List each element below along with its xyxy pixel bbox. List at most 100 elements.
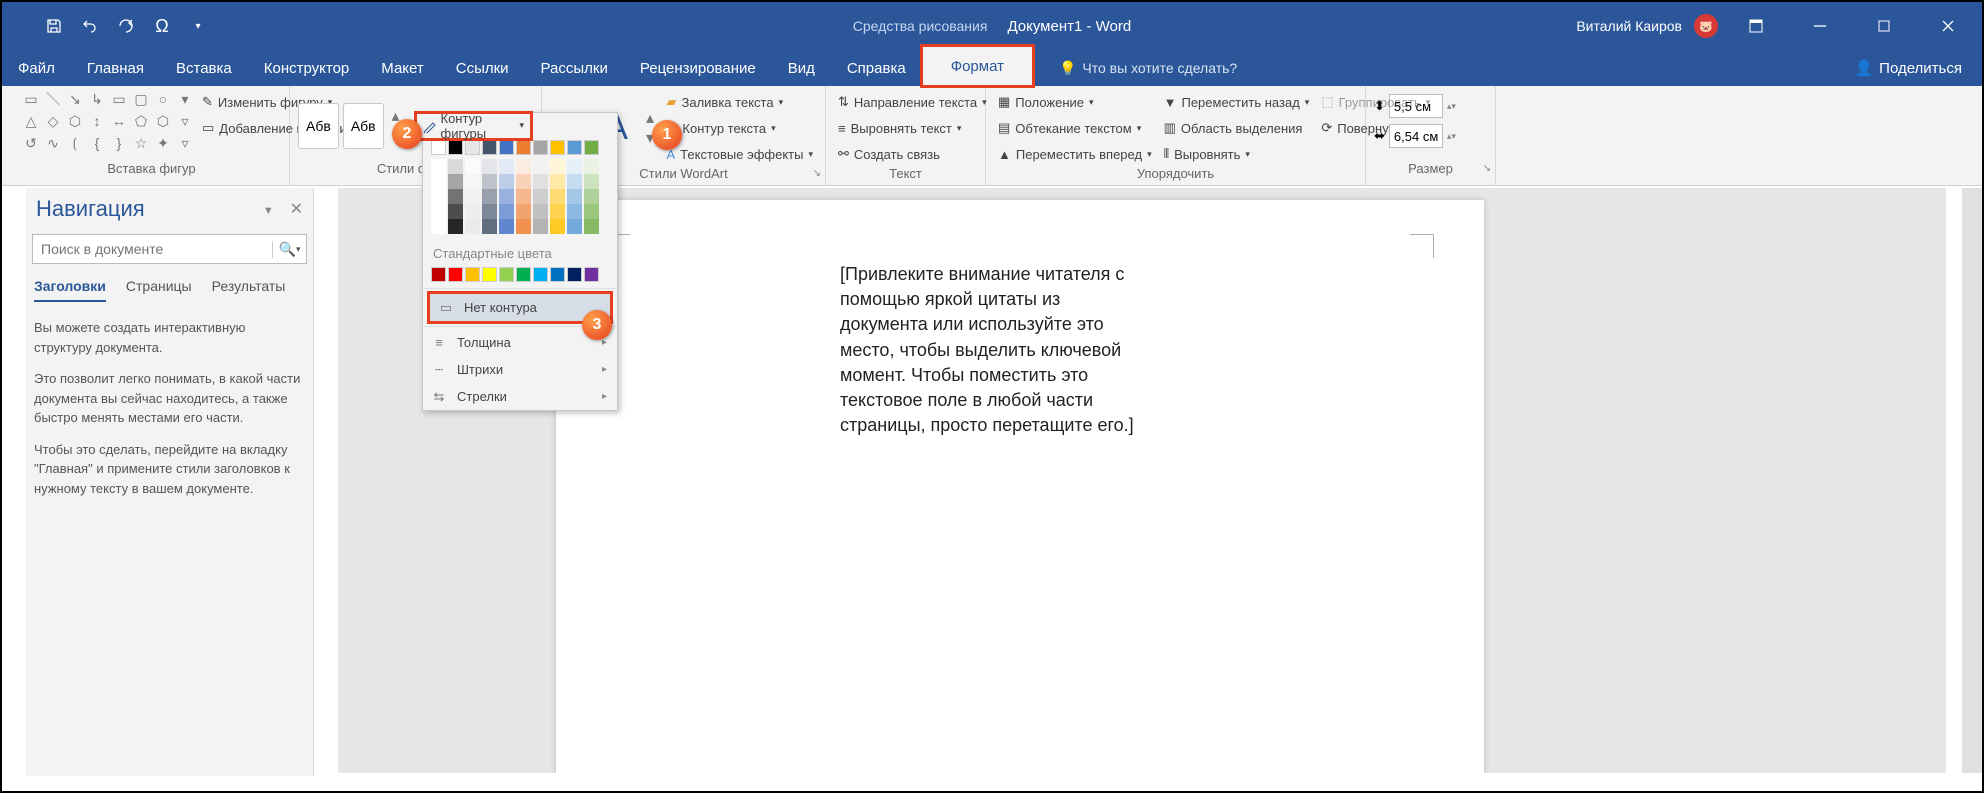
color-swatch[interactable] xyxy=(516,159,531,174)
nav-menu-icon[interactable]: ▼ xyxy=(251,205,286,217)
send-backward-button[interactable]: ▼Переместить назад▾ xyxy=(1160,90,1314,114)
color-swatch[interactable] xyxy=(431,140,446,155)
color-swatch[interactable] xyxy=(465,219,480,234)
color-swatch[interactable] xyxy=(482,189,497,204)
create-link-button[interactable]: ⚯Создать связь xyxy=(834,142,991,166)
search-input[interactable] xyxy=(33,241,272,257)
color-swatch[interactable] xyxy=(499,174,514,189)
color-swatch[interactable] xyxy=(516,140,531,155)
textbox-shape-icon[interactable]: ▭ xyxy=(22,90,40,108)
color-swatch[interactable] xyxy=(499,189,514,204)
color-swatch[interactable] xyxy=(499,219,514,234)
selection-pane-button[interactable]: ▥Область выделения xyxy=(1160,116,1314,140)
oval-icon[interactable]: ○ xyxy=(154,90,172,108)
color-swatch[interactable] xyxy=(465,267,480,282)
color-swatch[interactable] xyxy=(584,204,599,219)
tab-format[interactable]: Формат xyxy=(920,44,1035,88)
color-swatch[interactable] xyxy=(567,140,582,155)
color-swatch[interactable] xyxy=(584,174,599,189)
shape-gallery[interactable]: ▭＼↘↳▭▢○▾ △◇⬡↕↔⬠⬡▿ ↺∿⟮{}☆✦▿ xyxy=(22,90,194,152)
color-swatch[interactable] xyxy=(550,204,565,219)
color-swatch[interactable] xyxy=(448,219,463,234)
color-swatch[interactable] xyxy=(550,219,565,234)
tab-help[interactable]: Справка xyxy=(831,50,922,86)
color-swatch[interactable] xyxy=(482,267,497,282)
color-swatch[interactable] xyxy=(482,174,497,189)
color-swatch[interactable] xyxy=(482,159,497,174)
text-direction-button[interactable]: ⇅Направление текста▾ xyxy=(834,90,991,114)
color-swatch[interactable] xyxy=(533,267,548,282)
shape-style-preset[interactable]: Абв xyxy=(298,103,339,149)
color-swatch[interactable] xyxy=(567,174,582,189)
shape-outline-button[interactable]: Контур фигуры▾ xyxy=(414,111,533,141)
color-swatch[interactable] xyxy=(584,189,599,204)
shape-style-preset[interactable]: Абв xyxy=(343,103,384,149)
color-swatch[interactable] xyxy=(499,204,514,219)
color-swatch[interactable] xyxy=(516,204,531,219)
color-swatch[interactable] xyxy=(550,267,565,282)
color-swatch[interactable] xyxy=(448,189,463,204)
maximize-icon[interactable] xyxy=(1858,6,1910,46)
nav-tab-pages[interactable]: Страницы xyxy=(126,278,192,302)
placeholder-textbox[interactable]: [Привлеките внимание читателя с помощью … xyxy=(840,262,1144,438)
color-swatch[interactable] xyxy=(567,267,582,282)
color-swatch[interactable] xyxy=(499,140,514,155)
close-icon[interactable] xyxy=(1922,6,1974,46)
color-swatch[interactable] xyxy=(499,267,514,282)
align-text-button[interactable]: ≡Выровнять текст▾ xyxy=(834,116,991,140)
save-icon[interactable] xyxy=(38,12,70,40)
color-swatch[interactable] xyxy=(448,204,463,219)
tab-insert[interactable]: Вставка xyxy=(160,50,248,86)
more-shapes-icon[interactable]: ▾ xyxy=(176,90,194,108)
color-swatch[interactable] xyxy=(465,159,480,174)
roundrect-icon[interactable]: ▢ xyxy=(132,90,150,108)
color-swatch[interactable] xyxy=(499,159,514,174)
nav-close-icon[interactable]: ✕ xyxy=(290,201,303,218)
dialog-launcher-icon[interactable]: ↘ xyxy=(813,168,821,179)
redo-icon[interactable] xyxy=(110,12,142,40)
bring-forward-button[interactable]: ▲Переместить вперед▾ xyxy=(994,142,1156,166)
color-swatch[interactable] xyxy=(431,189,446,204)
ribbon-display-icon[interactable] xyxy=(1730,6,1782,46)
color-swatch[interactable] xyxy=(431,159,446,174)
color-swatch[interactable] xyxy=(516,189,531,204)
color-swatch[interactable] xyxy=(550,140,565,155)
color-swatch[interactable] xyxy=(431,267,446,282)
page[interactable]: [Привлеките внимание читателя с помощью … xyxy=(556,200,1484,773)
tab-file[interactable]: Файл xyxy=(2,50,71,86)
tell-me[interactable]: 💡 Что вы хотите сделать? xyxy=(1035,60,1237,77)
connector-icon[interactable]: ↳ xyxy=(88,90,106,108)
color-swatch[interactable] xyxy=(482,204,497,219)
color-swatch[interactable] xyxy=(431,219,446,234)
line-arrow-icon[interactable]: ↘ xyxy=(66,90,84,108)
color-swatch[interactable] xyxy=(584,219,599,234)
color-swatch[interactable] xyxy=(567,189,582,204)
avatar[interactable]: 🐷 xyxy=(1694,14,1718,38)
arrows-item[interactable]: ⇆Стрелки▸ xyxy=(423,383,617,410)
search-button[interactable]: 🔍▾ xyxy=(272,241,306,258)
color-swatch[interactable] xyxy=(550,159,565,174)
tab-references[interactable]: Ссылки xyxy=(440,50,525,86)
color-swatch[interactable] xyxy=(567,219,582,234)
tab-view[interactable]: Вид xyxy=(772,50,831,86)
color-swatch[interactable] xyxy=(465,174,480,189)
color-swatch[interactable] xyxy=(533,140,548,155)
color-swatch[interactable] xyxy=(482,219,497,234)
tab-review[interactable]: Рецензирование xyxy=(624,50,772,86)
color-swatch[interactable] xyxy=(465,140,480,155)
tab-design[interactable]: Конструктор xyxy=(248,50,366,86)
color-swatch[interactable] xyxy=(533,159,548,174)
text-effects-button[interactable]: AТекстовые эффекты▾ xyxy=(663,142,818,166)
share-button[interactable]: 👤 Поделиться xyxy=(1854,59,1982,77)
color-swatch[interactable] xyxy=(516,267,531,282)
color-swatch[interactable] xyxy=(533,174,548,189)
symbol-icon[interactable]: Ω xyxy=(146,12,178,40)
text-outline-button[interactable]: ✎Контур текста▾ xyxy=(663,116,818,140)
group-button[interactable]: ⬚Группировать▾ xyxy=(1317,90,1434,114)
wrap-text-button[interactable]: ▤Обтекание текстом▾ xyxy=(994,116,1156,140)
color-swatch[interactable] xyxy=(567,204,582,219)
vertical-scrollbar[interactable] xyxy=(1962,188,1982,773)
rect-icon[interactable]: ▭ xyxy=(110,90,128,108)
tab-mailings[interactable]: Рассылки xyxy=(525,50,624,86)
dialog-launcher-icon[interactable]: ↘ xyxy=(1483,163,1491,174)
